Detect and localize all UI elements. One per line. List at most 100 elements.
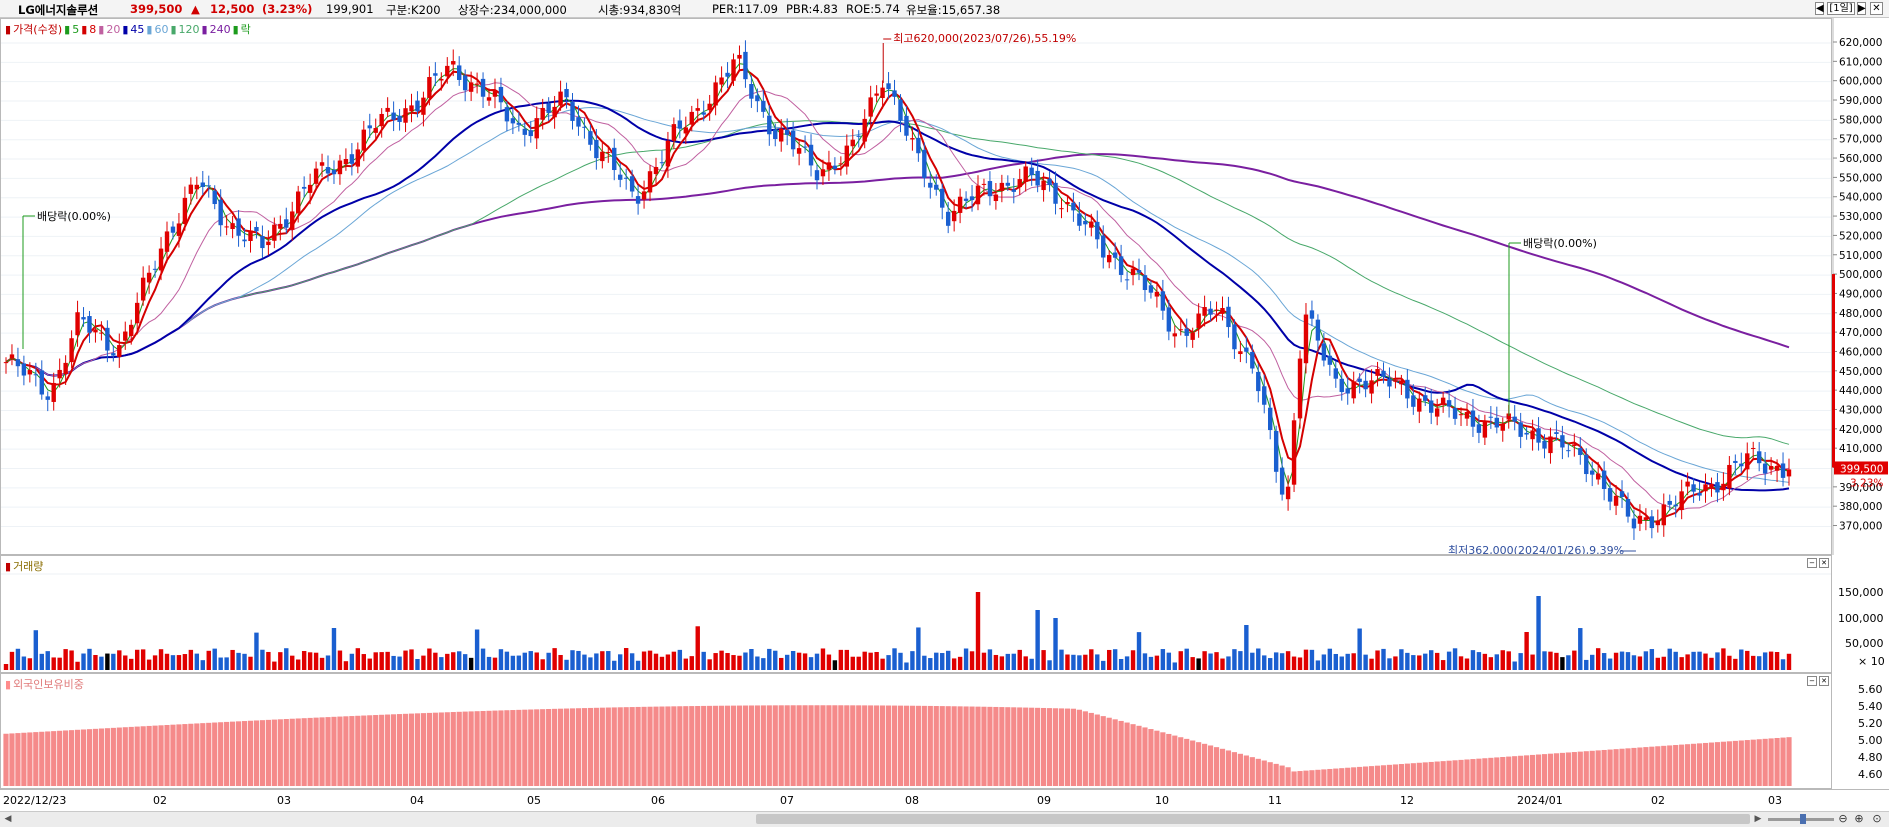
candle[interactable] <box>1578 437 1583 465</box>
candle[interactable] <box>1434 398 1440 426</box>
candle[interactable] <box>290 201 295 241</box>
candle[interactable] <box>1172 325 1177 348</box>
panel-close-icon[interactable]: ✕ <box>1819 676 1829 686</box>
candle[interactable] <box>814 164 820 190</box>
candle[interactable] <box>248 220 253 253</box>
candle[interactable] <box>623 168 629 190</box>
candle[interactable] <box>987 171 993 206</box>
candle[interactable] <box>1709 477 1714 497</box>
candle[interactable] <box>600 140 605 169</box>
candle[interactable] <box>1095 210 1100 249</box>
candle[interactable] <box>188 177 194 205</box>
candle[interactable] <box>1679 479 1684 520</box>
candle[interactable] <box>1500 417 1505 442</box>
candle[interactable] <box>582 117 587 139</box>
candle[interactable] <box>808 134 814 177</box>
candle[interactable] <box>1464 403 1470 426</box>
candle[interactable] <box>1357 373 1362 394</box>
candle[interactable] <box>618 163 623 188</box>
candle[interactable] <box>957 188 963 224</box>
candle[interactable] <box>21 355 27 386</box>
candle[interactable] <box>1661 493 1666 537</box>
volume-panel[interactable]: ▮ 거래량 − ✕ <box>0 555 1832 673</box>
candle[interactable] <box>647 165 653 202</box>
legend-item-2[interactable]: 8 <box>89 23 96 36</box>
candle[interactable] <box>409 93 414 123</box>
candle[interactable] <box>784 118 790 146</box>
candle[interactable] <box>904 106 909 141</box>
candle[interactable] <box>743 40 748 88</box>
candle[interactable] <box>105 320 110 363</box>
candle[interactable] <box>474 72 480 94</box>
candle[interactable] <box>1047 171 1052 192</box>
foreign-panel[interactable]: ▮ 외국인보유비중 − ✕ <box>0 673 1832 789</box>
candle[interactable] <box>140 266 146 306</box>
price-axis[interactable]: 370,000380,000390,000400,000410,000420,0… <box>1832 18 1889 555</box>
candle[interactable] <box>1452 396 1458 425</box>
candle[interactable] <box>200 170 205 196</box>
panel-close-icon[interactable]: ✕ <box>1819 558 1829 568</box>
candle[interactable] <box>206 175 211 198</box>
candle[interactable] <box>1011 178 1016 204</box>
zoom-in-icon[interactable]: ⊕ <box>1852 812 1866 826</box>
candle[interactable] <box>1262 374 1267 414</box>
candle[interactable] <box>844 134 850 175</box>
candle[interactable] <box>1291 412 1297 492</box>
candle[interactable] <box>1512 405 1517 431</box>
scroll-left-icon[interactable]: ◀ <box>2 813 14 825</box>
candle[interactable] <box>1369 369 1374 404</box>
zoom-reset-icon[interactable]: ⊙ <box>1870 812 1884 826</box>
candle[interactable] <box>1273 425 1279 483</box>
candle[interactable] <box>1613 484 1619 516</box>
candle[interactable] <box>910 126 915 151</box>
candle[interactable] <box>1482 414 1488 445</box>
candle[interactable] <box>725 62 730 89</box>
scrollbar-thumb[interactable] <box>756 814 1750 824</box>
candle[interactable] <box>1405 369 1410 409</box>
candle[interactable] <box>1184 318 1189 348</box>
candle[interactable] <box>1715 472 1720 503</box>
candle[interactable] <box>81 307 86 327</box>
candle[interactable] <box>1351 371 1356 404</box>
nav-left-button[interactable]: ◀ <box>1815 2 1824 15</box>
candle[interactable] <box>158 237 164 281</box>
candle[interactable] <box>224 215 229 236</box>
zoom-slider-handle[interactable] <box>1800 814 1806 824</box>
candle[interactable] <box>194 176 200 200</box>
candle[interactable] <box>1470 398 1476 437</box>
candle[interactable] <box>1309 300 1315 327</box>
candle[interactable] <box>1023 161 1028 192</box>
candle[interactable] <box>117 333 122 368</box>
candle[interactable] <box>1250 344 1255 374</box>
candle[interactable] <box>1786 458 1792 486</box>
candle[interactable] <box>1733 454 1738 475</box>
candle[interactable] <box>1691 477 1696 503</box>
price-panel[interactable]: 최고620,000(2023/07/26),55.19% 최저362,000(20… <box>0 18 1832 555</box>
candle[interactable] <box>570 93 575 130</box>
candle[interactable] <box>1649 510 1655 539</box>
candle[interactable] <box>945 201 951 234</box>
legend-item-0[interactable]: 가격(수정) <box>13 23 62 36</box>
legend-item-4[interactable]: 45 <box>130 23 144 36</box>
candle[interactable] <box>1429 388 1434 425</box>
candle[interactable] <box>343 148 349 171</box>
candle[interactable] <box>9 344 15 366</box>
candle[interactable] <box>1619 480 1625 508</box>
candle[interactable] <box>504 100 510 132</box>
candle[interactable] <box>1488 406 1494 429</box>
candle[interactable] <box>1065 197 1070 213</box>
close-icon[interactable]: ✕ <box>1870 2 1883 15</box>
candle[interactable] <box>832 157 838 175</box>
candle[interactable] <box>1363 370 1368 398</box>
candle[interactable] <box>1739 452 1744 473</box>
candle[interactable] <box>510 107 516 135</box>
candle[interactable] <box>1655 509 1661 533</box>
candle[interactable] <box>349 143 355 176</box>
candle[interactable] <box>1518 412 1523 449</box>
candle[interactable] <box>1232 319 1237 359</box>
candle[interactable] <box>1202 295 1207 327</box>
candle[interactable] <box>421 91 426 127</box>
candle[interactable] <box>534 106 539 150</box>
candle[interactable] <box>641 180 647 209</box>
candle[interactable] <box>1214 301 1219 322</box>
